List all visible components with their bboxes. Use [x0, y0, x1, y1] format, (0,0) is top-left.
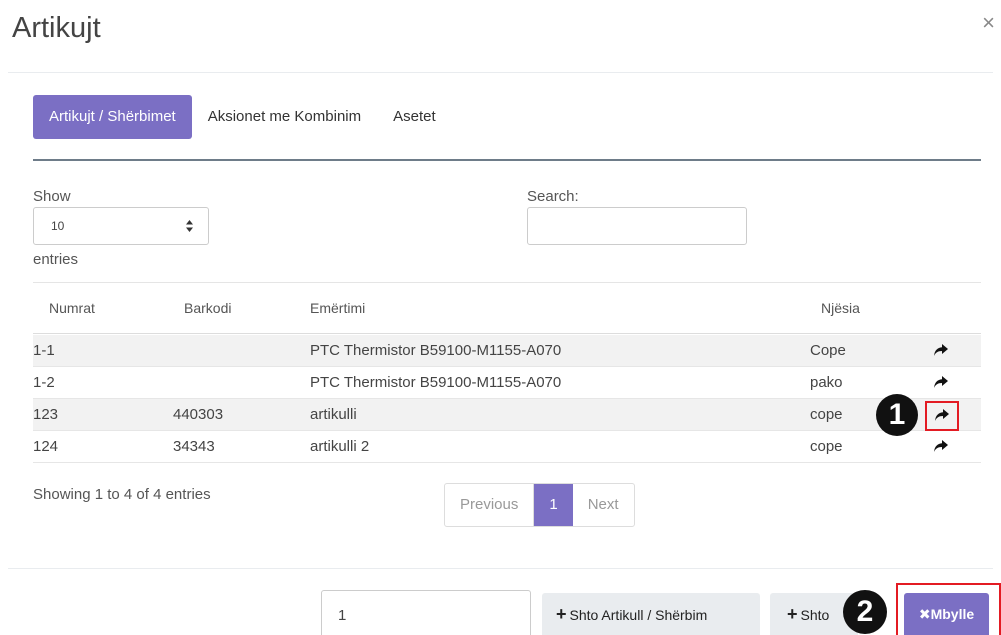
column-header-numrat[interactable]: Numrat [49, 300, 95, 316]
table-top-border [33, 282, 981, 283]
close-button[interactable]: ✖Mbylle [904, 593, 989, 635]
cell-numrat: 1-1 [33, 342, 55, 359]
cell-njesia: pako [810, 374, 843, 391]
cell-numrat: 1-2 [33, 374, 55, 391]
tab-bar: Artikujt / Shërbimet Aksionet me Kombini… [33, 95, 452, 139]
pagination-page-1[interactable]: 1 [534, 484, 573, 526]
tab-divider [33, 159, 981, 161]
pagination-next[interactable]: Next [573, 484, 634, 526]
plus-icon: + [556, 604, 567, 624]
cell-numrat: 123 [33, 406, 59, 423]
column-header-barkodi[interactable]: Barkodi [184, 300, 231, 316]
close-label: Mbylle [930, 606, 975, 622]
cell-numrat: 124 [33, 438, 59, 455]
pagination-previous[interactable]: Previous [445, 484, 535, 526]
cell-emertimi: PTC Thermistor B59100-M1155-A070 [310, 374, 562, 391]
search-label: Search: [527, 188, 579, 205]
page-title: Artikujt [12, 12, 101, 44]
tab-artikujt-sherbimet[interactable]: Artikujt / Shërbimet [33, 95, 192, 139]
tab-aksionet-me-kombinim[interactable]: Aksionet me Kombinim [192, 95, 377, 139]
x-icon: ✖ [918, 606, 931, 622]
entries-length-select[interactable]: 10 [33, 207, 209, 245]
select-row-button[interactable] [923, 372, 959, 394]
header-divider [8, 72, 993, 73]
select-row-button[interactable] [925, 401, 959, 431]
entries-label: entries [33, 251, 79, 268]
share-arrow-icon [934, 344, 948, 356]
share-arrow-icon [934, 440, 948, 452]
table-header-border [33, 333, 981, 334]
tab-asetet[interactable]: Asetet [377, 95, 452, 139]
cell-emertimi: PTC Thermistor B59100-M1155-A070 [310, 342, 562, 359]
annotation-badge-1: 1 [876, 394, 918, 436]
quantity-input[interactable]: 1 [321, 590, 531, 635]
show-label: Show [33, 188, 71, 205]
entries-length-value: 10 [51, 219, 65, 233]
table-row: 123 440303 artikulli cope [33, 399, 981, 431]
table-row: 124 34343 artikulli 2 cope [33, 431, 981, 463]
cell-barkodi: 34343 [173, 438, 215, 455]
footer-divider [8, 568, 993, 569]
cell-emertimi: artikulli 2 [310, 438, 370, 455]
sort-updown-icon [185, 208, 194, 247]
add-label: Shto [800, 607, 830, 623]
pagination: Previous 1 Next [444, 483, 635, 527]
cell-barkodi: 440303 [173, 406, 224, 423]
select-row-button[interactable] [923, 436, 959, 458]
table-row: 1-1 PTC Thermistor B59100-M1155-A070 Cop… [33, 335, 981, 367]
column-header-njesia[interactable]: Njësia [821, 300, 860, 316]
cell-njesia: cope [810, 406, 843, 423]
add-item-service-label: Shto Artikull / Shërbim [569, 607, 708, 623]
plus-icon: + [787, 604, 798, 624]
select-row-button[interactable] [923, 340, 959, 362]
share-arrow-icon [934, 376, 948, 388]
close-icon[interactable]: × [982, 12, 995, 34]
add-item-service-button[interactable]: + Shto Artikull / Shërbim [542, 593, 760, 635]
annotation-badge-2: 2 [843, 590, 887, 634]
cell-njesia: cope [810, 438, 843, 455]
cell-emertimi: artikulli [310, 406, 357, 423]
cell-njesia: Cope [810, 342, 846, 359]
table-info: Showing 1 to 4 of 4 entries [33, 486, 211, 503]
column-header-emertimi[interactable]: Emërtimi [310, 300, 365, 316]
share-arrow-icon [935, 409, 949, 421]
search-input[interactable] [527, 207, 747, 245]
table-row: 1-2 PTC Thermistor B59100-M1155-A070 pak… [33, 367, 981, 399]
